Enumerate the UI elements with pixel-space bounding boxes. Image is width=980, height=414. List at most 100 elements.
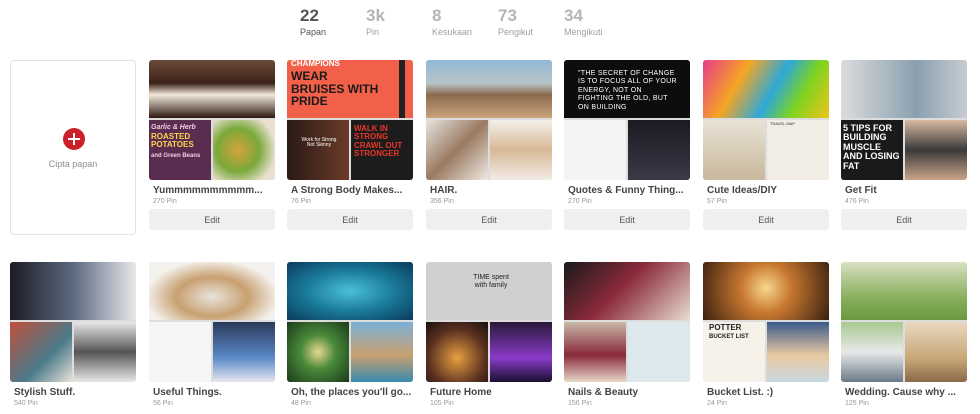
- cover-image-thumb: [351, 322, 413, 382]
- cover-image-main: TIME spent with family: [426, 262, 552, 320]
- cover-text: ROASTED POTATOES: [151, 132, 194, 149]
- board-cover[interactable]: POTTER BUCKET LIST: [703, 262, 829, 382]
- board-title[interactable]: Get Fit: [841, 185, 967, 196]
- cover-image-thumb: [767, 322, 829, 382]
- stat-likes[interactable]: 8 Kesukaan: [432, 6, 498, 38]
- board-pin-count: 48 Pin: [291, 400, 311, 407]
- cover-image-thumb: [564, 120, 626, 180]
- board-cover[interactable]: TRAVEL MAP: [703, 60, 829, 180]
- board-title[interactable]: Wedding. Cause why ...: [841, 387, 967, 398]
- board-pin-count: 270 Pin: [568, 198, 592, 205]
- board-pin-count: 156 Pin: [568, 400, 592, 407]
- cover-image-main: [841, 60, 967, 118]
- board-title[interactable]: Quotes & Funny Thing...: [564, 185, 690, 196]
- board-card: Wedding. Cause why ... 125 Pin: [841, 262, 967, 407]
- stat-label: Papan: [300, 27, 327, 37]
- board-cover[interactable]: "THE SECRET OF CHANGE IS TO FOCUS ALL OF…: [564, 60, 690, 180]
- cover-image-main: "THE SECRET OF CHANGE IS TO FOCUS ALL OF…: [564, 60, 690, 118]
- board-title[interactable]: A Strong Body Makes...: [287, 185, 413, 196]
- plus-icon: [63, 128, 85, 150]
- board-title[interactable]: Bucket List. :): [703, 387, 829, 398]
- board-pin-count: 270 Pin: [153, 198, 177, 205]
- stat-value: 22: [300, 6, 319, 25]
- cover-image-thumb: [905, 120, 967, 180]
- edit-board-button[interactable]: Edit: [426, 209, 552, 230]
- board-title[interactable]: Nails & Beauty: [564, 387, 690, 398]
- edit-board-button[interactable]: Edit: [287, 209, 413, 230]
- stat-value: 34: [564, 6, 583, 25]
- cover-text: POTTER: [709, 323, 742, 332]
- cover-image-thumb: [213, 322, 275, 382]
- cover-text: WEAR BRUISES WITH PRIDE: [291, 69, 379, 109]
- create-board-label: Cipta papan: [48, 159, 98, 169]
- cover-text: and Green Beans: [151, 153, 201, 159]
- board-cover[interactable]: Garlic & Herb ROASTED POTATOES and Green…: [149, 60, 275, 180]
- stat-label: Kesukaan: [432, 27, 473, 37]
- stat-pins[interactable]: 3k Pin: [366, 6, 432, 38]
- cover-text: TIME spent with family: [473, 274, 509, 290]
- edit-board-button[interactable]: Edit: [149, 209, 275, 230]
- cover-text: Work for Strong Not Skinny: [301, 137, 337, 148]
- board-card: CHAMPIONS WEAR BRUISES WITH PRIDE Work f…: [287, 60, 413, 230]
- board-cover[interactable]: TIME spent with family: [426, 262, 552, 382]
- board-pin-count: 105 Pin: [430, 400, 454, 407]
- board-cover[interactable]: 5 TIPS FOR BUILDING MUSCLE AND LOSING FA…: [841, 60, 967, 180]
- cover-image-thumb: [490, 322, 552, 382]
- board-title[interactable]: Future Home: [426, 387, 552, 398]
- board-title[interactable]: Useful Things.: [149, 387, 275, 398]
- cover-text: BUCKET LIST: [709, 334, 749, 340]
- board-pin-count: 540 Pin: [14, 400, 38, 407]
- board-cover[interactable]: [564, 262, 690, 382]
- cover-image-thumb: [905, 322, 967, 382]
- cover-image-thumb: [426, 120, 488, 180]
- cover-image-main: [564, 262, 690, 320]
- board-cover[interactable]: CHAMPIONS WEAR BRUISES WITH PRIDE Work f…: [287, 60, 413, 180]
- board-card: Useful Things. 56 Pin: [149, 262, 275, 407]
- cover-image-thumb: Garlic & Herb ROASTED POTATOES and Green…: [149, 120, 211, 180]
- cover-image-main: [149, 60, 275, 118]
- create-board-card[interactable]: Cipta papan: [10, 60, 136, 235]
- board-title[interactable]: Oh, the places you'll go...: [287, 387, 413, 398]
- board-card: TIME spent with family Future Home 105 P…: [426, 262, 552, 407]
- cover-decoration: [399, 60, 405, 118]
- board-cover[interactable]: [841, 262, 967, 382]
- board-pin-count: 56 Pin: [153, 400, 173, 407]
- cover-image-thumb: [149, 322, 211, 382]
- board-card: "THE SECRET OF CHANGE IS TO FOCUS ALL OF…: [564, 60, 690, 230]
- board-title[interactable]: Yummmmmmmmmm...: [149, 185, 275, 196]
- edit-board-button[interactable]: Edit: [841, 209, 967, 230]
- cover-image-main: [841, 262, 967, 320]
- board-title[interactable]: HAIR.: [426, 185, 552, 196]
- cover-image-thumb: POTTER BUCKET LIST: [703, 322, 765, 382]
- cover-image-main: [287, 262, 413, 320]
- cover-text: CHAMPIONS: [291, 60, 340, 68]
- cover-image-main: [149, 262, 275, 320]
- profile-stats: 22 Papan 3k Pin 8 Kesukaan 73 Pengikut 34 Men…: [300, 6, 630, 38]
- stat-boards[interactable]: 22 Papan: [300, 6, 366, 38]
- cover-image-thumb: [490, 120, 552, 180]
- stat-label: Pin: [366, 27, 380, 37]
- cover-image-thumb: 5 TIPS FOR BUILDING MUSCLE AND LOSING FA…: [841, 120, 903, 180]
- board-cover[interactable]: [10, 262, 136, 382]
- cover-image-thumb: [628, 322, 690, 382]
- board-title[interactable]: Cute Ideas/DIY: [703, 185, 829, 196]
- cover-image-thumb: [703, 120, 765, 180]
- edit-board-button[interactable]: Edit: [703, 209, 829, 230]
- board-cover[interactable]: [287, 262, 413, 382]
- board-cover[interactable]: [426, 60, 552, 180]
- board-cover[interactable]: [149, 262, 275, 382]
- cover-text: WALK IN STRONG CRAWL OUT STRONGER: [354, 124, 403, 159]
- cover-image-thumb: WALK IN STRONG CRAWL OUT STRONGER: [351, 120, 413, 180]
- cover-image-main: CHAMPIONS WEAR BRUISES WITH PRIDE: [287, 60, 413, 118]
- cover-image-main: [703, 262, 829, 320]
- stat-followers[interactable]: 73 Pengikut: [498, 6, 564, 38]
- board-card: Garlic & Herb ROASTED POTATOES and Green…: [149, 60, 275, 230]
- board-title[interactable]: Stylish Stuff.: [10, 387, 136, 398]
- cover-image-thumb: [426, 322, 488, 382]
- stat-value: 3k: [366, 6, 385, 25]
- cover-image-thumb: TRAVEL MAP: [767, 120, 829, 180]
- stat-following[interactable]: 34 Mengikuti: [564, 6, 630, 38]
- board-card: Oh, the places you'll go... 48 Pin: [287, 262, 413, 407]
- cover-image-thumb: [841, 322, 903, 382]
- edit-board-button[interactable]: Edit: [564, 209, 690, 230]
